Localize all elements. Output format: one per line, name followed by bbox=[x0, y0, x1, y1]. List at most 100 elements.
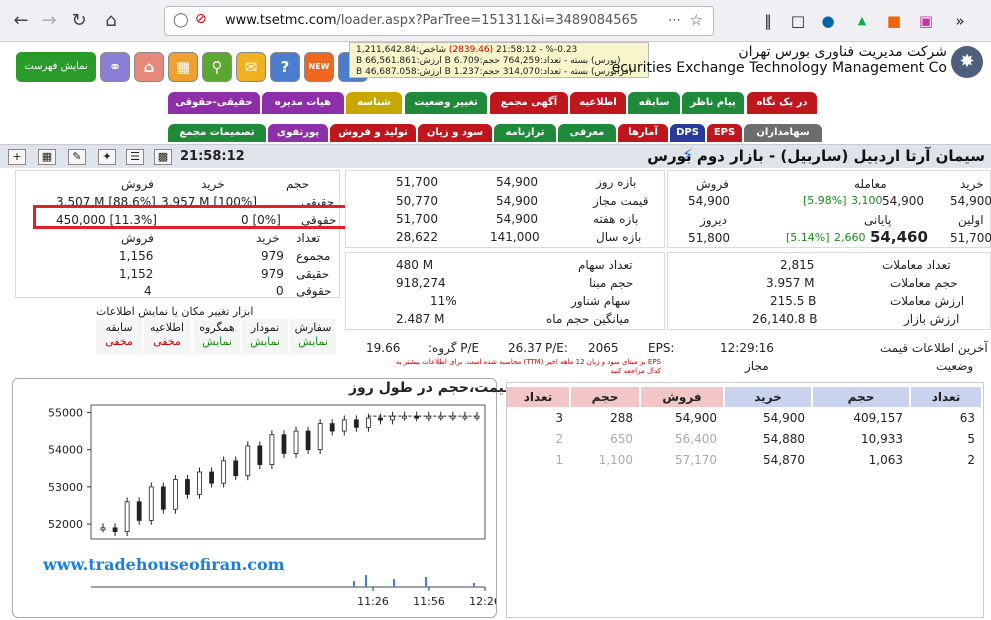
home-nav-icon[interactable]: ⌂ bbox=[134, 52, 164, 82]
extension-3-icon[interactable]: ■ bbox=[884, 11, 904, 31]
candle-body bbox=[112, 527, 118, 532]
volume-bar bbox=[393, 579, 395, 587]
range-week-high: 54,900 bbox=[496, 212, 538, 226]
search-icon[interactable]: ⚲ bbox=[202, 52, 232, 82]
range-year-high: 141,000 bbox=[490, 230, 540, 244]
table-icon[interactable]: ▦ bbox=[168, 52, 198, 82]
tab-eps[interactable]: EPS bbox=[707, 124, 742, 142]
yesterday-price: 51,800 bbox=[688, 231, 730, 245]
help-icon[interactable]: ? bbox=[270, 52, 300, 82]
tab-history[interactable]: سابقه bbox=[628, 92, 680, 114]
show-menu-button[interactable]: نمایش فهرست bbox=[16, 52, 96, 82]
tab-stats[interactable]: آمارها bbox=[618, 124, 668, 142]
last-trade-price: 54,900 bbox=[882, 194, 924, 208]
chart-tool-icon[interactable]: ✦ bbox=[98, 149, 116, 165]
symbol-title-bar: + ▦ ✎ ✦ ☰ ▩ 21:58:12 ⚡ سیمان آرتا اردبیل… bbox=[0, 144, 991, 168]
reload-icon[interactable]: ↻ bbox=[66, 8, 92, 34]
market-value-label: ارزش بازار bbox=[904, 312, 960, 326]
overflow-chevron-icon[interactable]: » bbox=[950, 11, 970, 31]
tab-intro[interactable]: معرفی bbox=[558, 124, 616, 142]
individual-buy-count: 979 bbox=[261, 267, 284, 281]
month-avg-volume-label: میانگین حجم ماه bbox=[546, 312, 630, 326]
market-value: 26,140.8 B bbox=[752, 312, 818, 326]
tab-status-change[interactable]: تغییر وضعیت bbox=[405, 92, 487, 114]
eps-value: 2065 bbox=[588, 341, 619, 355]
trade-volume-label: حجم معاملات bbox=[890, 276, 958, 290]
bars-icon[interactable]: ▩ bbox=[154, 149, 172, 165]
tab-individual-institutional[interactable]: حقیقی-حقوقی bbox=[168, 92, 260, 114]
candle-body bbox=[257, 445, 263, 465]
trade-value-label: ارزش معاملات bbox=[890, 294, 965, 308]
orderbook-header-sc: تعداد bbox=[507, 387, 569, 407]
tab-shareholders[interactable]: سهامداران bbox=[744, 124, 822, 142]
reader-icon[interactable]: □ bbox=[788, 11, 808, 31]
orderbook-header-sv: حجم bbox=[571, 387, 639, 407]
orderbook-cell-bp: 54,880 bbox=[763, 432, 805, 446]
total-buy-count: 979 bbox=[261, 249, 284, 263]
home-icon[interactable]: ⌂ bbox=[98, 8, 124, 34]
orderbook-cell-sc: 1 bbox=[555, 453, 563, 467]
edit-icon[interactable]: ✎ bbox=[68, 149, 86, 165]
price-volume-chart: 55000 54000 53000 52000 11:26 11:56 12:26 bbox=[48, 404, 496, 608]
layout-icon[interactable]: ▦ bbox=[38, 149, 56, 165]
orderbook-cell-bc: 63 bbox=[959, 411, 975, 425]
x-tick-label: 11:56 bbox=[413, 595, 445, 608]
shield-icon: ◯ bbox=[173, 12, 189, 28]
back-icon[interactable]: ← bbox=[8, 8, 34, 34]
tab-portfolio[interactable]: پورتفوی bbox=[268, 124, 328, 142]
total-sell-count: 1,156 bbox=[119, 249, 154, 263]
free-float: 11% bbox=[430, 294, 457, 308]
toggle-chart-button[interactable]: نمودار نمایش bbox=[242, 319, 288, 355]
tab-production-sales[interactable]: تولید و فروش bbox=[330, 124, 416, 142]
url-bar[interactable]: ◯ ⊘ www.tsetmc.com/loader.aspx?ParTree=1… bbox=[164, 6, 714, 36]
candle-body bbox=[221, 460, 227, 484]
tab-supervisor-message[interactable]: پیام ناظر bbox=[682, 92, 744, 114]
tab-meeting-notices[interactable]: آگهی مجمع bbox=[490, 92, 568, 114]
toggle-announcements-button[interactable]: اطلاعیه مخفی bbox=[144, 319, 190, 355]
tab-identity[interactable]: شناسه bbox=[346, 92, 402, 114]
base-volume: 918,274 bbox=[396, 276, 446, 290]
order-book-panel: تعداد حجم خرید فروش حجم تعداد 63 409,157 54,900 5… bbox=[506, 382, 984, 618]
price-panel: خرید معامله فروش 54,900 [5.98%] 3,100 54… bbox=[667, 170, 991, 248]
tab-meeting-decisions[interactable]: تصمیمات مجمع bbox=[168, 124, 266, 142]
globe-icon[interactable]: ⚭ bbox=[100, 52, 130, 82]
orderbook-cell-sp: 54,900 bbox=[675, 411, 717, 425]
tab-balance-sheet[interactable]: ترازنامه bbox=[494, 124, 556, 142]
orderbook-cell-sv: 288 bbox=[610, 411, 633, 425]
tab-profit-loss[interactable]: سود و زیان bbox=[418, 124, 492, 142]
instagram-icon[interactable]: ▣ bbox=[916, 11, 936, 31]
price-header-trade: معامله bbox=[854, 177, 887, 191]
forward-icon[interactable]: → bbox=[36, 8, 62, 34]
orderbook-header-bp: خرید bbox=[725, 387, 811, 407]
message-icon[interactable]: ✉ bbox=[236, 52, 266, 82]
intraday-chart-panel: قیمت،حجم در طول روز 55000 54000 53000 52000… bbox=[12, 378, 513, 618]
extension-icon[interactable]: ● bbox=[818, 11, 838, 31]
toggle-group-button[interactable]: همگروه نمایش bbox=[194, 319, 240, 355]
trading-status-label: وضعیت bbox=[936, 359, 974, 373]
extension-2-icon[interactable]: ▲ bbox=[852, 11, 872, 31]
bookmark-star-icon[interactable]: ☆ bbox=[690, 11, 703, 29]
pe-value: 26.37 bbox=[508, 341, 543, 355]
base-volume-label: حجم مبنا bbox=[589, 276, 634, 290]
trade-change: 3,100 bbox=[851, 194, 883, 207]
add-icon[interactable]: + bbox=[8, 149, 26, 165]
toggle-orders-button[interactable]: سفارش نمایش bbox=[290, 319, 336, 355]
toggle-history-button[interactable]: سابقه مخفی bbox=[96, 319, 142, 355]
tab-at-a-glance[interactable]: در یک نگاه bbox=[747, 92, 817, 114]
new-badge-icon[interactable]: NEW bbox=[304, 52, 334, 82]
library-icon[interactable]: ‖ bbox=[758, 11, 778, 31]
individual-institutional-panel: حجم خرید فروش حقیقی 3.957 M [100%] 3.507… bbox=[15, 170, 340, 298]
company-name: شرکت مدیریت فناوری بورس تهران ecurities … bbox=[611, 44, 947, 76]
list-icon[interactable]: ☰ bbox=[126, 149, 144, 165]
orderbook-header-bc: تعداد bbox=[911, 387, 981, 407]
tab-announcements[interactable]: اطلاعیه bbox=[570, 92, 626, 114]
allowed-price-high: 54,900 bbox=[496, 194, 538, 208]
candle-body bbox=[329, 423, 335, 432]
tab-dps[interactable]: DPS bbox=[670, 124, 705, 142]
candle-body bbox=[148, 486, 154, 521]
orderbook-cell-sv: 650 bbox=[610, 432, 633, 446]
row-label-institutional-2: حقوقی bbox=[296, 284, 332, 298]
more-icon[interactable]: ⋯ bbox=[668, 13, 681, 28]
tab-board[interactable]: هیات مدیره bbox=[262, 92, 344, 114]
group-pe-value: 19.66 bbox=[366, 341, 401, 355]
